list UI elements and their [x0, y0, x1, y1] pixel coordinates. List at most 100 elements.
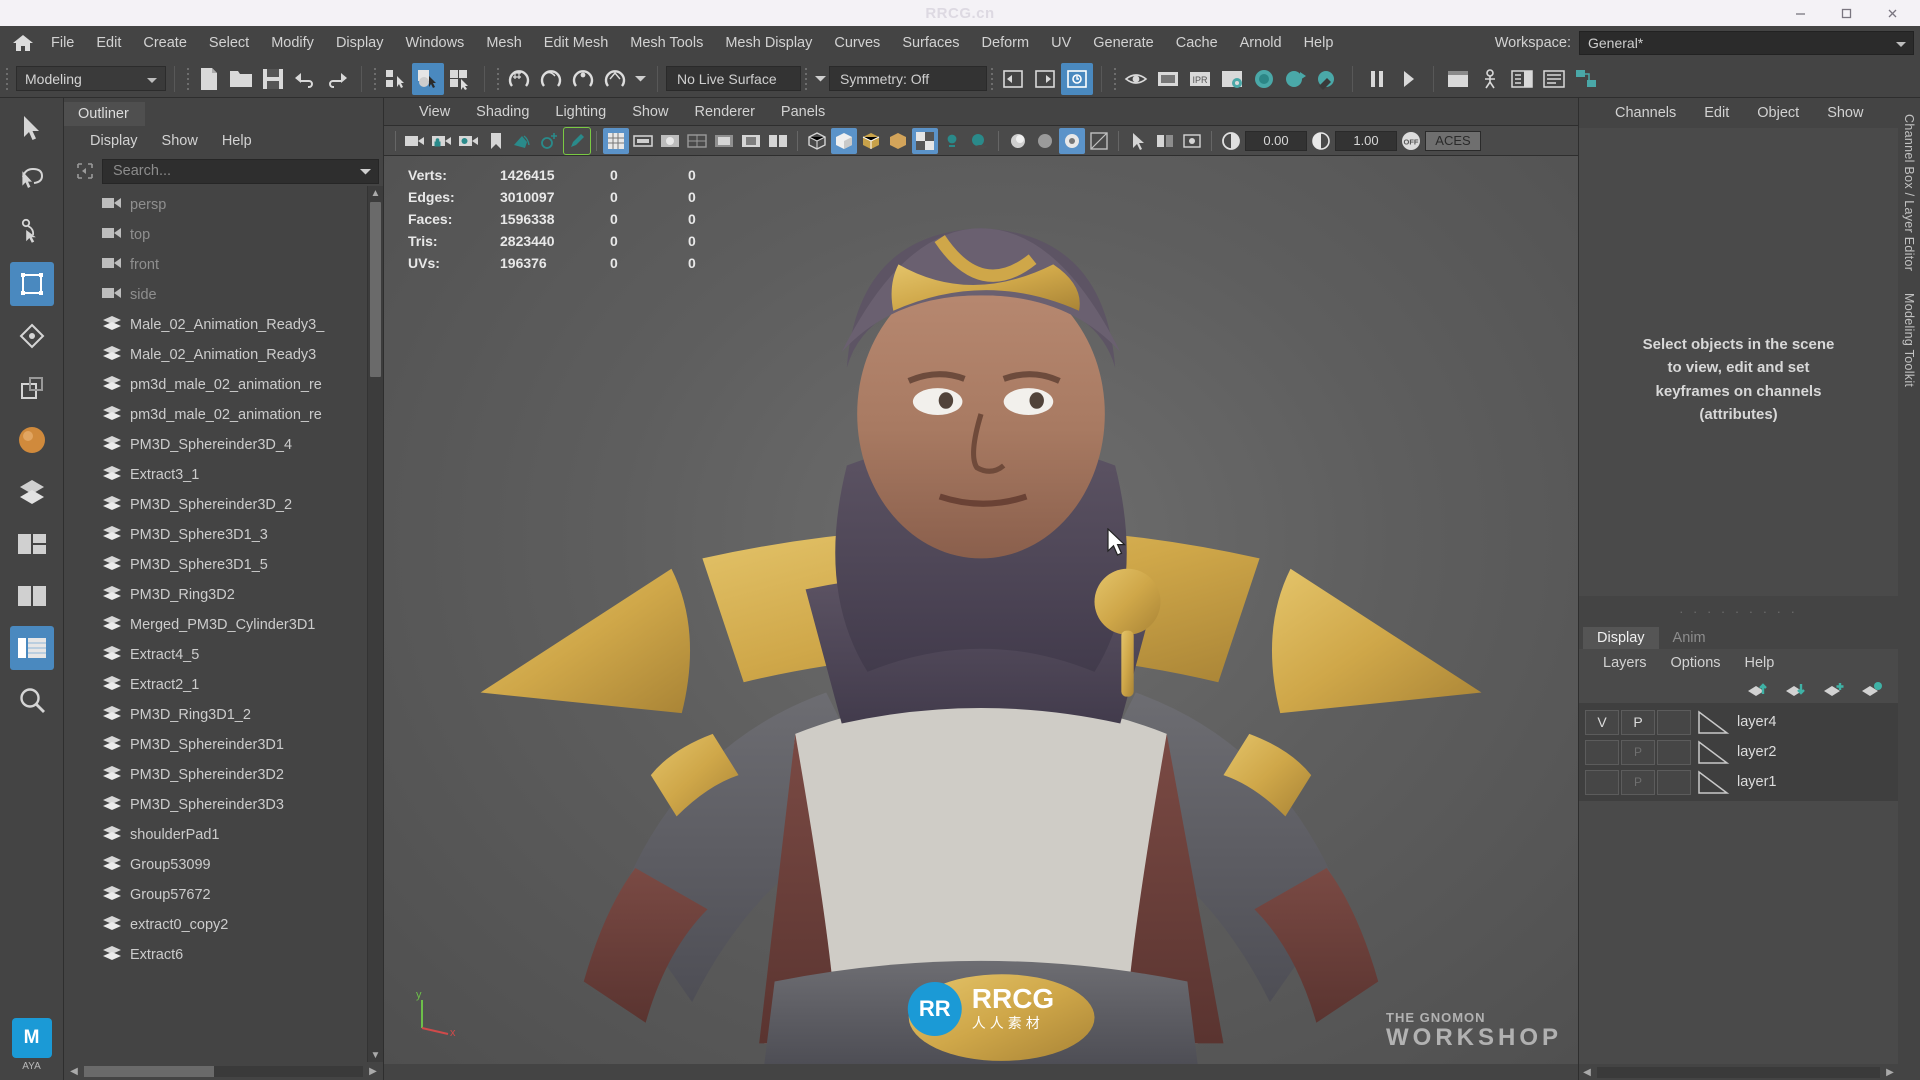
menu-display[interactable]: Display [325, 30, 395, 56]
open-sidebar-right-icon[interactable] [1029, 63, 1061, 95]
outliner-item[interactable]: Male_02_Animation_Ready3_ [64, 310, 367, 340]
outliner-item[interactable]: pm3d_male_02_animation_re [64, 400, 367, 430]
layer-row[interactable]: Player1 [1585, 767, 1892, 797]
lasso-tool-icon[interactable] [10, 158, 54, 202]
menu-mesh-display[interactable]: Mesh Display [714, 30, 823, 56]
layer-visibility-toggle[interactable]: V [1585, 709, 1619, 735]
menu-help[interactable]: Help [1293, 30, 1345, 56]
move-tool-icon[interactable] [9, 262, 54, 306]
workspace-select[interactable]: General* [1579, 31, 1914, 55]
maximize-icon[interactable] [1824, 1, 1868, 25]
select-hierarchy-icon[interactable] [380, 63, 412, 95]
outliner-item[interactable]: PM3D_Sphereinder3D_2 [64, 490, 367, 520]
outliner-item[interactable]: front [64, 250, 367, 280]
outliner-horizontal-scrollbar[interactable]: ◀ ▶ [64, 1062, 383, 1080]
shelf-grid-icon[interactable] [10, 470, 54, 514]
outliner-item[interactable]: Extract3_1 [64, 460, 367, 490]
outliner-item[interactable]: Extract4_5 [64, 640, 367, 670]
shaded-wireframe-icon[interactable] [858, 128, 884, 154]
gamma-value-field[interactable]: 1.00 [1335, 130, 1397, 151]
menu-uv[interactable]: UV [1040, 30, 1082, 56]
new-scene-icon[interactable] [193, 63, 225, 95]
layout-outliner-persp-icon[interactable] [9, 626, 54, 670]
smooth-shading-icon[interactable] [831, 127, 857, 154]
render-current-frame-icon[interactable] [1120, 63, 1152, 95]
layer-playback-toggle[interactable]: P [1621, 739, 1655, 765]
outliner-item[interactable]: PM3D_Sphereinder3D1 [64, 730, 367, 760]
select-component-icon[interactable] [444, 63, 476, 95]
toolbar-grip[interactable] [801, 64, 811, 94]
panel-splitter-handle[interactable]: · · · · · · · · · [1579, 596, 1898, 623]
layer-visibility-toggle[interactable] [1585, 769, 1619, 795]
menu-select[interactable]: Select [198, 30, 260, 56]
layer-visibility-toggle[interactable] [1585, 739, 1619, 765]
field-chart-icon[interactable] [684, 128, 710, 154]
layer-menu-help[interactable]: Help [1733, 652, 1787, 674]
bookmark-icon[interactable] [483, 128, 509, 154]
layer-playback-toggle[interactable]: P [1621, 769, 1655, 795]
toolbar-grip[interactable] [370, 64, 380, 94]
outliner-menu-help[interactable]: Help [210, 129, 264, 153]
layer-row[interactable]: Player2 [1585, 737, 1892, 767]
symmetry-chevron-icon[interactable] [811, 64, 829, 94]
select-object-icon[interactable] [412, 62, 444, 95]
film-gate-icon[interactable] [630, 128, 656, 154]
menu-file[interactable]: File [40, 30, 85, 56]
paint-select-tool-icon[interactable] [10, 210, 54, 254]
menu-windows[interactable]: Windows [394, 30, 475, 56]
last-tool-used-icon[interactable] [10, 418, 54, 462]
scale-tool-icon[interactable] [10, 366, 54, 410]
grid-toggle-icon[interactable] [603, 127, 629, 154]
layer-color-swatch[interactable] [1697, 770, 1731, 795]
image-plane-icon[interactable] [510, 128, 536, 154]
viewport-3d-canvas[interactable]: Verts: 1426415 0 0 Edges: 3010097 0 0 Faces: 1596… [384, 156, 1578, 1064]
node-editor-icon[interactable] [1570, 63, 1602, 95]
symmetry-field[interactable]: Symmetry: Off [829, 66, 987, 91]
menu-set-select[interactable]: Modeling [16, 66, 166, 91]
live-surface-field[interactable]: No Live Surface [666, 66, 801, 91]
layer-name[interactable]: layer4 [1737, 714, 1777, 730]
outliner-item[interactable]: pm3d_male_02_animation_re [64, 370, 367, 400]
color-management-toggle-icon[interactable]: OFF [1398, 128, 1424, 154]
snap-grid-icon[interactable] [503, 63, 535, 95]
viewport-menu-panels[interactable]: Panels [768, 101, 838, 123]
layer-playback-toggle[interactable]: P [1621, 709, 1655, 735]
layout-two-pane-icon[interactable] [10, 522, 54, 566]
redo-icon[interactable] [321, 63, 353, 95]
build-skeleton-icon[interactable] [1474, 63, 1506, 95]
undo-icon[interactable] [289, 63, 321, 95]
attribute-editor-toggle-icon[interactable] [1061, 62, 1093, 95]
outliner-menu-show[interactable]: Show [150, 129, 210, 153]
safe-title-icon[interactable] [738, 128, 764, 154]
layer-tab-anim[interactable]: Anim [1659, 627, 1720, 649]
hscroll-track[interactable] [84, 1065, 363, 1077]
anti-aliasing-icon[interactable] [1032, 128, 1058, 154]
layer-menu-options[interactable]: Options [1659, 652, 1733, 674]
viewport-menu-show[interactable]: Show [619, 101, 681, 123]
render-sequence-icon[interactable] [1152, 63, 1184, 95]
outliner-item[interactable]: side [64, 280, 367, 310]
outliner-vertical-scrollbar[interactable]: ▲ ▼ [367, 186, 383, 1062]
toolbar-grip[interactable] [1110, 64, 1120, 94]
outliner-item[interactable]: top [64, 220, 367, 250]
render-settings-icon[interactable] [1216, 63, 1248, 95]
viewport-menu-renderer[interactable]: Renderer [681, 101, 767, 123]
outliner-item[interactable]: PM3D_Sphereinder3D3 [64, 790, 367, 820]
scroll-left-icon[interactable]: ◀ [66, 1066, 82, 1077]
layer-extra-toggle[interactable] [1657, 739, 1691, 765]
snap-point-icon[interactable] [567, 63, 599, 95]
toolbar-grip[interactable] [2, 64, 12, 94]
motion-blur-icon[interactable] [1059, 127, 1085, 154]
menu-edit-mesh[interactable]: Edit Mesh [533, 30, 619, 56]
shadows-icon[interactable] [966, 128, 992, 154]
hypershade-icon[interactable] [1248, 63, 1280, 95]
filter-icon[interactable] [74, 160, 96, 182]
menu-mesh-tools[interactable]: Mesh Tools [619, 30, 714, 56]
outliner-menu-display[interactable]: Display [78, 129, 150, 153]
camera-attributes-icon[interactable] [456, 128, 482, 154]
search-input[interactable]: Search... [102, 158, 379, 184]
sidetab-channel-box[interactable]: Channel Box / Layer Editor [1900, 108, 1918, 277]
outliner-item[interactable]: PM3D_Sphere3D1_3 [64, 520, 367, 550]
move-layer-down-icon[interactable] [1784, 680, 1808, 701]
rendering-flags-icon[interactable] [1312, 63, 1344, 95]
